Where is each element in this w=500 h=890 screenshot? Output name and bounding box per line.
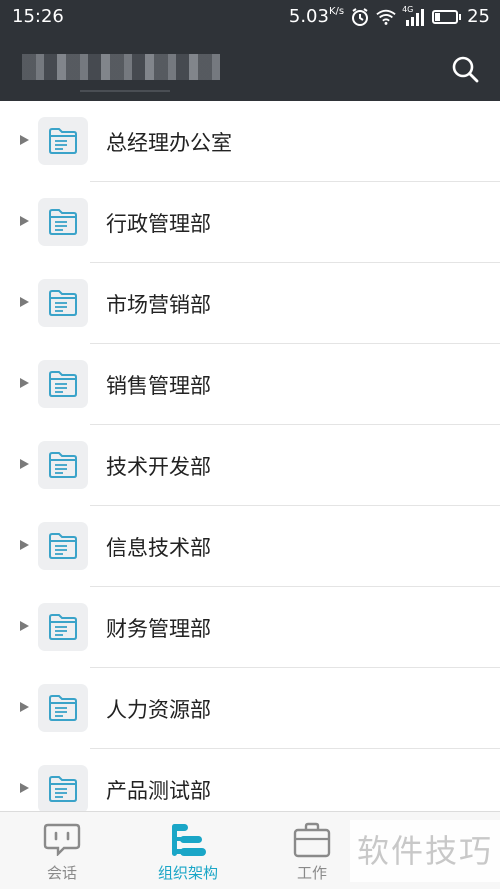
folder-icon [38, 279, 88, 327]
org-structure-icon [172, 824, 206, 856]
department-row[interactable]: 人力资源部 [0, 668, 500, 749]
cell-signal-icon: 4G [402, 5, 426, 26]
tab-organization-label: 组织架构 [157, 864, 218, 882]
folder-icon [38, 603, 88, 651]
app-header: 15:26 5.03K/s 4G 25 [0, 0, 500, 101]
network-speed-value: 5.03 [288, 6, 329, 27]
chat-icon [43, 823, 81, 856]
expand-arrow-icon[interactable] [20, 621, 29, 631]
search-icon[interactable] [448, 52, 484, 88]
department-row[interactable]: 产品测试部 [0, 749, 500, 811]
wifi-icon [376, 9, 396, 25]
tab-organization[interactable]: 组织架构 [128, 812, 248, 890]
department-row[interactable]: 行政管理部 [0, 182, 500, 263]
department-name: 行政管理部 [106, 212, 211, 236]
title-underline [80, 90, 170, 92]
folder-icon [38, 117, 88, 165]
folder-icon [38, 684, 88, 732]
status-time: 15:26 [12, 6, 64, 27]
folder-icon [38, 198, 88, 246]
watermark: 软件技巧 [350, 820, 500, 882]
briefcase-icon [293, 822, 331, 858]
battery-icon [432, 9, 462, 24]
department-row[interactable]: 市场营销部 [0, 263, 500, 344]
department-row[interactable]: 总经理办公室 [0, 101, 500, 182]
status-indicators: 5.03K/s 4G 25 [289, 5, 490, 28]
tab-chat-label: 会话 [46, 864, 77, 882]
network-speed-unit: K/s [328, 6, 345, 17]
folder-icon [38, 522, 88, 570]
department-row[interactable]: 销售管理部 [0, 344, 500, 425]
expand-arrow-icon[interactable] [20, 216, 29, 226]
department-name: 市场营销部 [106, 293, 211, 317]
expand-arrow-icon[interactable] [20, 702, 29, 712]
folder-icon [38, 360, 88, 408]
expand-arrow-icon[interactable] [20, 378, 29, 388]
battery-level: 25 [467, 6, 490, 27]
page-title [22, 54, 220, 80]
expand-arrow-icon[interactable] [20, 783, 29, 793]
department-name: 技术开发部 [106, 455, 211, 479]
alarm-icon [352, 7, 369, 26]
department-row[interactable]: 技术开发部 [0, 425, 500, 506]
expand-arrow-icon[interactable] [20, 297, 29, 307]
tab-chat[interactable]: 会话 [2, 812, 122, 890]
department-name: 信息技术部 [106, 536, 211, 560]
department-name: 销售管理部 [106, 374, 211, 398]
department-name: 产品测试部 [106, 779, 211, 803]
department-row[interactable]: 信息技术部 [0, 506, 500, 587]
department-name: 人力资源部 [106, 698, 211, 722]
department-name: 财务管理部 [106, 617, 211, 641]
department-list: 总经理办公室 行政管理部市场营销部销售管理部技术开发部信息技术部财务管理部人力资源… [0, 101, 500, 811]
folder-icon [38, 765, 88, 811]
department-name: 总经理办公室 [106, 131, 232, 155]
folder-icon [38, 441, 88, 489]
status-bar: 15:26 5.03K/s 4G 25 [0, 0, 500, 34]
expand-arrow-icon[interactable] [20, 459, 29, 469]
network-speed: 5.03K/s [289, 6, 344, 27]
department-row[interactable]: 财务管理部 [0, 587, 500, 668]
expand-arrow-icon[interactable] [20, 135, 29, 145]
expand-arrow-icon[interactable] [20, 540, 29, 550]
